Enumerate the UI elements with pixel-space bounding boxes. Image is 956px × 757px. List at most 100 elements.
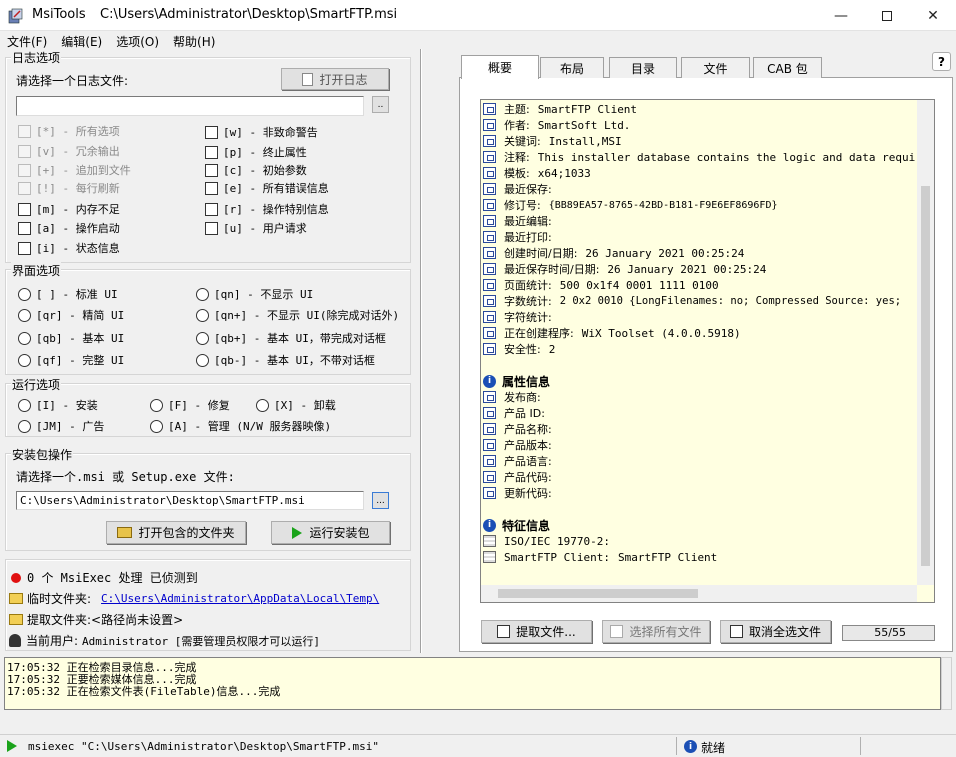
copy-icon — [729, 625, 743, 638]
info-field-icon — [483, 455, 496, 467]
info-field-icon — [483, 471, 496, 483]
tab-files[interactable]: 文件 — [681, 57, 750, 78]
ui-opt-standard[interactable]: [ ] - 标准 UI — [18, 286, 118, 302]
tab-cab[interactable]: CAB 包 — [753, 57, 822, 78]
ui-opt-reduced[interactable]: [qr] - 精简 UI — [18, 307, 124, 323]
run-opt-repair[interactable]: [F] - 修复 — [150, 397, 230, 413]
vertical-scrollbar[interactable] — [917, 100, 934, 585]
run-opt-install[interactable]: [I] - 安装 — [18, 397, 98, 413]
field-value: Install,MSI — [548, 134, 622, 148]
deselect-all-button[interactable]: 取消全选文件 — [720, 620, 831, 643]
ready-status: 就绪 — [701, 741, 726, 755]
select-all-button[interactable]: 选择所有文件 — [602, 620, 710, 643]
tab-label: 概要 — [487, 61, 512, 75]
field-key: 页面统计: — [504, 279, 552, 292]
scroll-thumb[interactable] — [498, 589, 698, 598]
table-icon — [483, 535, 496, 547]
log-opt-action-start[interactable]: [a] - 操作启动 — [18, 220, 120, 236]
log-browse-button[interactable]: .. — [372, 96, 389, 113]
info-field-icon — [483, 231, 496, 243]
radio — [196, 353, 209, 367]
log-opt-initial-params[interactable]: [c] - 初始参数 — [205, 162, 307, 178]
log-opt-terminal-props[interactable]: [p] - 终止属性 — [205, 144, 307, 160]
folder-open-icon — [117, 527, 133, 538]
radio — [150, 398, 163, 412]
menu-file[interactable]: 文件(F) — [0, 31, 54, 50]
radio-label: [qr] - 精简 UI — [36, 309, 125, 322]
open-log-button[interactable]: 打开日志 — [281, 68, 389, 90]
run-options-title: 运行选项 — [11, 376, 62, 393]
info-field-icon — [483, 167, 496, 179]
log-opt-verbose[interactable]: [v] - 冗余输出 — [18, 143, 120, 159]
ui-opt-basic[interactable]: [qb] - 基本 UI — [18, 330, 124, 346]
summary-list: 主题: SmartFTP Client 作者: SmartSoft Ltd. 关键词… — [480, 99, 935, 603]
run-package-button[interactable]: 运行安装包 — [271, 521, 390, 544]
field-key: ISO/IEC 19770-2: — [504, 534, 610, 548]
extract-files-button[interactable]: 提取文件... — [481, 620, 592, 643]
play-icon — [292, 526, 303, 539]
extract-folder-value: <路径尚未设置> — [91, 613, 184, 627]
menu-help[interactable]: 帮助(H) — [166, 31, 222, 50]
close-button[interactable]: ✕ — [910, 0, 956, 31]
log-scrollbar[interactable] — [941, 657, 952, 710]
log-opt-status[interactable]: [i] - 状态信息 — [18, 240, 120, 256]
package-browse-button[interactable]: ... — [372, 492, 389, 509]
tab-summary[interactable]: 概要 — [461, 55, 539, 79]
info-field-icon — [483, 343, 496, 355]
ui-opt-full[interactable]: [qf] - 完整 UI — [18, 352, 124, 368]
title-bar: MsiTools C:\Users\Administrator\Desktop\… — [0, 0, 956, 31]
minimize-button[interactable]: — — [818, 0, 864, 31]
log-file-input[interactable] — [16, 96, 364, 116]
scroll-thumb[interactable] — [921, 186, 930, 566]
run-opt-uninstall[interactable]: [X] - 卸载 — [256, 397, 336, 413]
temp-folder-link[interactable]: C:\Users\Administrator\AppData\Local\Tem… — [101, 592, 379, 605]
splitter[interactable] — [420, 49, 422, 653]
field-key: 安全性: — [504, 343, 541, 356]
maximize-button[interactable] — [864, 0, 910, 31]
status-divider — [860, 737, 861, 755]
log-opt-warnings[interactable]: [w] - 非致命警告 — [205, 124, 318, 140]
log-options-title: 日志选项 — [11, 49, 62, 66]
log-opt-all[interactable]: [*] - 所有选项 — [18, 123, 120, 139]
ui-opt-none-plus[interactable]: [qn+] - 不显示 UI(除完成对话外) — [196, 307, 399, 323]
menu-options[interactable]: 选项(O) — [109, 31, 166, 50]
info-field-icon — [483, 135, 496, 147]
log-opt-user-requests[interactable]: [u] - 用户请求 — [205, 220, 307, 236]
run-opt-admin[interactable]: [A] - 管理 (N/W 服务器映像) — [150, 418, 331, 434]
log-opt-action-specific[interactable]: [r] - 操作特别信息 — [205, 201, 329, 217]
summary-row: 模板: x64;1033 — [483, 165, 591, 181]
close-icon: ✕ — [927, 7, 939, 24]
package-path-input[interactable]: C:\Users\Administrator\Desktop\SmartFTP.… — [16, 491, 364, 510]
radio-label: [qb-] - 基本 UI，不带对话框 — [214, 354, 375, 367]
info-field-icon — [483, 311, 496, 323]
tab-layout[interactable]: 布局 — [540, 57, 604, 78]
horizontal-scrollbar[interactable] — [481, 585, 917, 602]
field-key: 字符统计: — [504, 311, 552, 324]
help-button[interactable]: ? — [932, 52, 951, 71]
open-folder-button[interactable]: 打开包含的文件夹 — [106, 521, 246, 544]
info-icon: i — [483, 518, 496, 532]
log-opt-errors[interactable]: [e] - 所有错误信息 — [205, 180, 329, 196]
checkbox — [18, 163, 31, 177]
tab-directory[interactable]: 目录 — [609, 57, 677, 78]
info-field-icon — [483, 263, 496, 275]
log-opt-append[interactable]: [+] - 追加到文件 — [18, 162, 131, 178]
field-value: 26 January 2021 00:25:24 — [585, 246, 745, 260]
radio-label: [qb] - 基本 UI — [36, 332, 125, 345]
summary-row: 字数统计: 2 0x2 0010 {LongFilenames: no; Comp… — [483, 293, 901, 309]
menu-edit[interactable]: 编辑(E) — [54, 31, 109, 50]
log-opt-flush[interactable]: [!] - 每行刷新 — [18, 180, 120, 196]
field-value: 2 0x2 0010 {LongFilenames: no; Compresse… — [559, 295, 902, 307]
radio-label: [I] - 安装 — [36, 399, 98, 412]
summary-row: 最近打印: — [483, 229, 560, 245]
info-field-icon — [483, 487, 496, 499]
field-key: 模板: — [504, 167, 530, 180]
info-field-icon — [483, 199, 496, 211]
minimize-icon: — — [834, 7, 848, 24]
ui-opt-basic-plus[interactable]: [qb+] - 基本 UI，带完成对话框 — [196, 330, 386, 346]
run-opt-advertise[interactable]: [JM] - 广告 — [18, 418, 104, 434]
ui-opt-basic-minus[interactable]: [qb-] - 基本 UI，不带对话框 — [196, 352, 375, 368]
ui-opt-none[interactable]: [qn] - 不显示 UI — [196, 286, 313, 302]
log-opt-memory[interactable]: [m] - 内存不足 — [18, 201, 120, 217]
field-value: WiX Toolset (4.0.0.5918) — [581, 326, 741, 340]
